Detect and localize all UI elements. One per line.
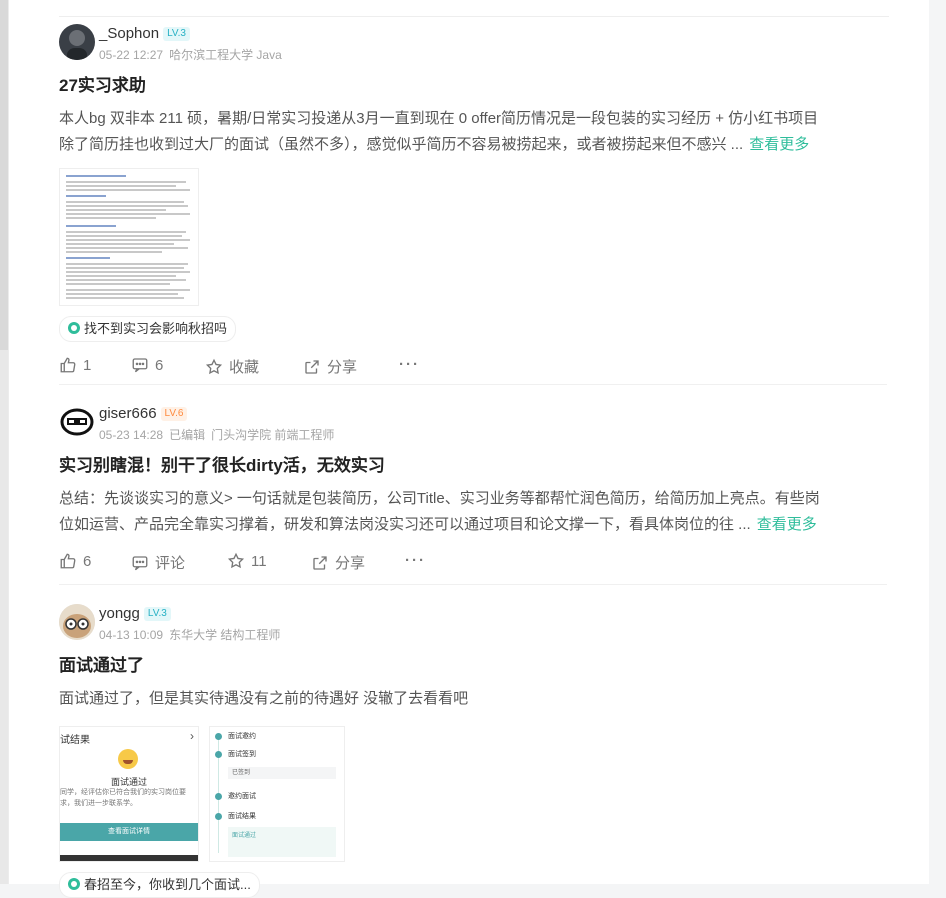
post-body[interactable]: 面试通过了，但是其实待遇没有之前的待遇好 没辙了去看看吧 [59,686,899,712]
topic-tag[interactable]: 春招至今，你收到几个面试... [59,872,260,898]
share-button[interactable]: 分享 [303,356,357,377]
post-feed: _Sophon LV.3 05-22 12:27 哈尔滨工程大学 Java 27实习… [8,0,929,898]
screenshot-image[interactable]: 面试邀约 面试签到 已签到 邀约面试 面试结果 面试通过 [209,726,345,862]
star-icon [227,552,245,569]
resume-image[interactable] [59,168,199,306]
level-badge: LV.3 [143,607,171,621]
more-options-icon[interactable]: ··· [405,552,426,569]
action-bar: 6 评论 11 分享 ··· [59,552,899,582]
star-icon [205,358,223,374]
topic-icon [68,322,80,334]
level-badge: LV.6 [160,407,188,421]
smile-emoji-icon [118,749,138,769]
username[interactable]: yongg LV.3 [99,604,171,624]
post-meta: 04-13 10:09 东华大学 结构工程师 [99,628,281,642]
author-row: _Sophon LV.3 05-22 12:27 哈尔滨工程大学 Java [59,24,899,68]
comment-icon [132,555,148,570]
username[interactable]: giser666 LV.6 [99,404,188,424]
post-card[interactable]: giser666 LV.6 05-23 14:28 已编辑 门头沟学院 前端工程师 实… [59,404,899,582]
post-title[interactable]: 27实习求助 [59,74,899,98]
more-options-icon[interactable]: ··· [399,356,420,373]
thumbs-up-icon [60,357,76,373]
topic-icon [68,878,80,890]
share-icon [305,359,319,374]
share-icon [313,555,327,570]
author-row: giser666 LV.6 05-23 14:28 已编辑 门头沟学院 前端工程师 [59,404,899,448]
like-button[interactable]: 6 [59,552,91,570]
username[interactable]: _Sophon LV.3 [99,24,190,44]
divider [59,384,887,385]
avatar[interactable] [59,604,95,640]
post-title[interactable]: 面试通过了 [59,654,899,678]
favorite-button[interactable]: 收藏 [205,356,259,377]
action-bar: 1 6 收藏 分享 ··· [59,356,899,386]
post-body[interactable]: 本人bg 双非本 211 硕，暑期/日常实习投递从3月一直到现在 0 offer… [59,106,899,158]
author-row: yongg LV.3 04-13 10:09 东华大学 结构工程师 [59,604,899,648]
comment-button[interactable]: 6 [131,356,163,374]
post-body[interactable]: 总结：先谈谈实习的意义> 一句话就是包装简历，公司Title、实习业务等都帮忙润… [59,486,899,538]
topic-tag[interactable]: 找不到实习会影响秋招吗 [59,316,237,342]
post-meta: 05-23 14:28 已编辑 门头沟学院 前端工程师 [99,428,335,442]
avatar[interactable] [59,24,95,60]
comment-button[interactable]: 评论 [131,552,185,573]
post-title[interactable]: 实习别瞎混！别干了很长dirty活，无效实习 [59,454,899,478]
left-edge [0,0,8,884]
post-card[interactable]: _Sophon LV.3 05-22 12:27 哈尔滨工程大学 Java 27实习… [59,24,899,386]
share-button[interactable]: 分享 [311,552,365,573]
see-more-link[interactable]: 查看更多 [749,136,809,153]
level-badge: LV.3 [163,27,190,41]
thumbs-up-icon [60,553,76,569]
see-more-link[interactable]: 查看更多 [757,516,817,533]
like-button[interactable]: 1 [59,356,91,374]
screenshot-image[interactable]: 试结果 › 面试通过 同学，经评估你已符合我们的实习岗位要求，我们进一步联系学。… [59,726,199,862]
favorite-button[interactable]: 11 [227,552,267,570]
post-card[interactable]: yongg LV.3 04-13 10:09 东华大学 结构工程师 面试通过了 面试… [59,604,899,898]
post-meta: 05-22 12:27 哈尔滨工程大学 Java [99,48,282,62]
image-gallery: 试结果 › 面试通过 同学，经评估你已符合我们的实习岗位要求，我们进一步联系学。… [59,726,899,862]
chevron-right-icon: › [190,729,194,743]
avatar[interactable] [59,404,95,440]
divider [59,584,887,585]
comment-icon [132,358,148,373]
